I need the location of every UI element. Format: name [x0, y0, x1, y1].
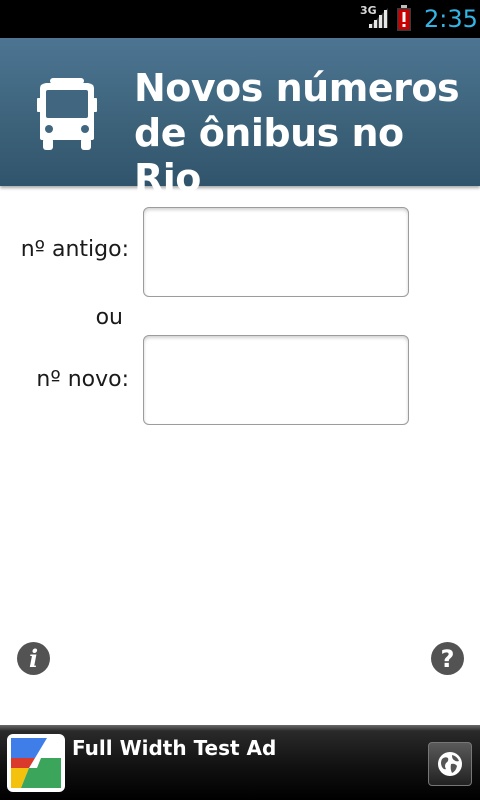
signal-icon: [368, 8, 388, 28]
globe-icon: [438, 752, 462, 776]
clock: 2:35: [424, 5, 478, 33]
help-icon: ?: [440, 644, 455, 673]
info-icon: i: [28, 644, 39, 673]
old-number-label: nº antigo:: [20, 237, 129, 262]
bus-icon: [37, 78, 97, 150]
app-screen: 3G 2:35 Novos números de ônibus no Rio n…: [0, 0, 480, 800]
battery-alert-icon: [397, 5, 411, 31]
old-number-input[interactable]: [143, 207, 409, 297]
help-button[interactable]: ?: [431, 642, 464, 675]
app-header: Novos números de ônibus no Rio: [0, 38, 480, 200]
new-number-label: nº novo:: [36, 367, 129, 392]
google-logo: [7, 734, 65, 792]
ad-title: Full Width Test Ad: [72, 736, 277, 760]
app-title-line2: de ônibus no Rio: [134, 111, 404, 200]
app-title-line1: Novos números: [134, 66, 460, 110]
or-label: ou: [95, 305, 123, 330]
info-button[interactable]: i: [17, 642, 50, 675]
status-bar: 3G 2:35: [0, 0, 480, 38]
new-number-input[interactable]: [143, 335, 409, 425]
ad-open-button[interactable]: [428, 742, 472, 786]
ad-banner[interactable]: Full Width Test Ad: [0, 725, 480, 800]
app-title: Novos números de ônibus no Rio: [134, 66, 464, 201]
